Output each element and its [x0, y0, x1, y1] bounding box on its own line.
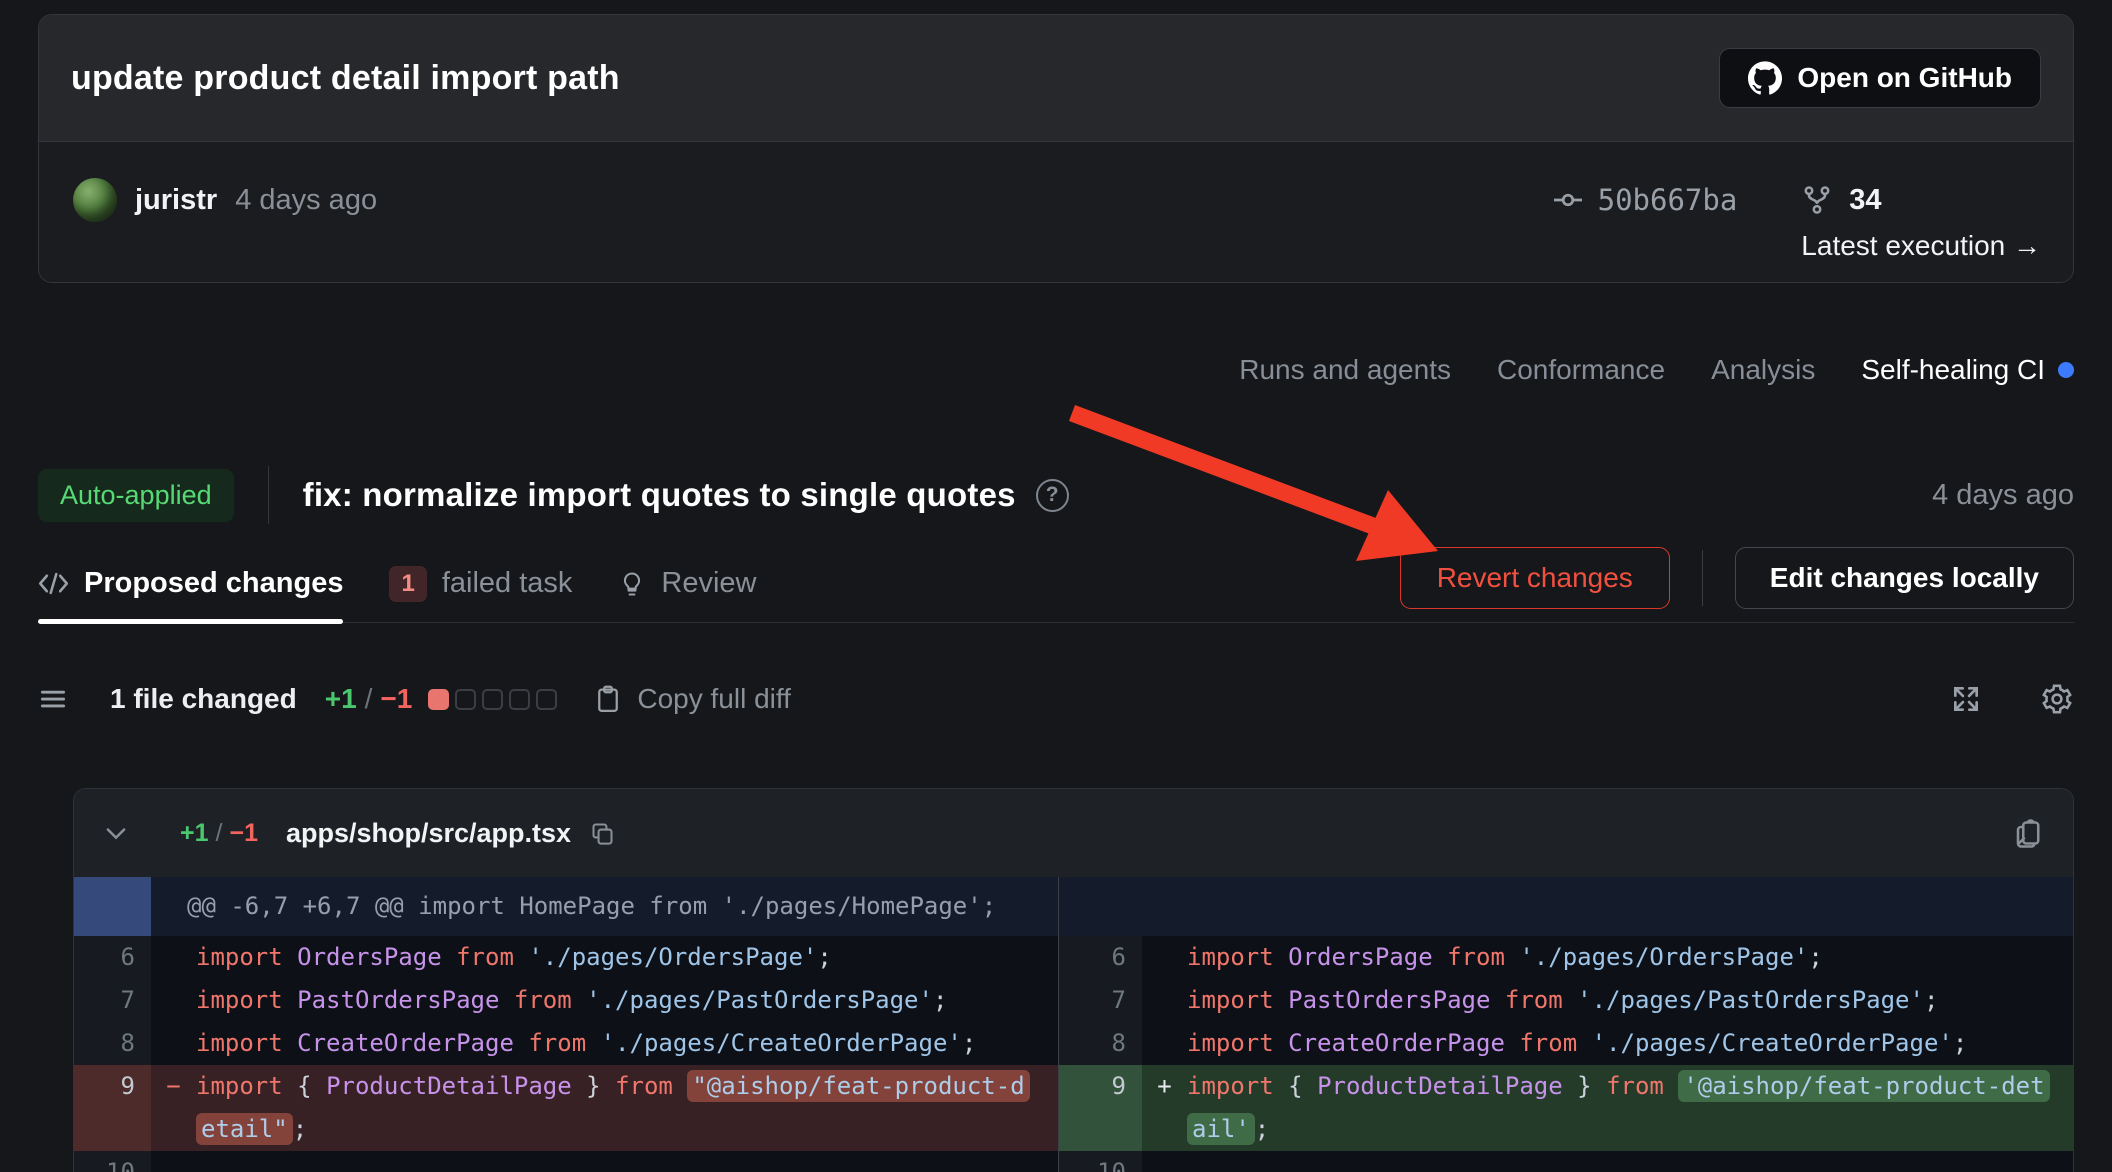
deletions-count: −1: [380, 683, 412, 715]
nav-item[interactable]: Conformance: [1497, 354, 1665, 386]
execution-group: 34 Latest execution →: [1801, 178, 2041, 262]
tab-label: failed task: [442, 567, 573, 600]
nav-row: Runs and agents Conformance Analysis Self-h…: [1239, 345, 2074, 395]
copy-file-diff-icon[interactable]: [2009, 815, 2045, 851]
tab-label: Proposed changes: [84, 567, 343, 600]
commit-time: 4 days ago: [235, 184, 377, 217]
avatar: [73, 178, 117, 222]
fix-time: 4 days ago: [1932, 479, 2074, 512]
diff-pane-left: @@ -6,7 +6,7 @@ import HomePage from './…: [74, 877, 1058, 1172]
nav-item[interactable]: Self-healing CI: [1861, 354, 2074, 386]
diff-pane-right: 6import OrdersPage from './pages/OrdersP…: [1058, 877, 2073, 1172]
diff-row: 6import OrdersPage from './pages/OrdersP…: [1059, 936, 2073, 979]
file-header: +1 / −1 apps/shop/src/app.tsx: [74, 789, 2073, 877]
diff-body: @@ -6,7 +6,7 @@ import HomePage from './…: [74, 877, 2073, 1172]
nav-item[interactable]: Runs and agents: [1239, 354, 1451, 386]
fix-row: Auto-applied fix: normalize import quote…: [38, 452, 2074, 538]
lightbulb-icon: [618, 570, 646, 598]
files-changed-label: 1 file changed: [110, 683, 297, 715]
diff-row: 8import CreateOrderPage from './pages/Cr…: [1059, 1022, 2073, 1065]
diff-row: 10: [1059, 1151, 2073, 1172]
revert-changes-button[interactable]: Revert changes: [1400, 547, 1670, 609]
execution-count-row: 34: [1801, 178, 2041, 222]
diff-row: 8import CreateOrderPage from './pages/Cr…: [74, 1022, 1058, 1065]
auto-applied-badge: Auto-applied: [38, 469, 234, 522]
open-on-github-label: Open on GitHub: [1797, 62, 2012, 94]
commit-card: update product detail import path Open o…: [38, 14, 2074, 283]
page-title: update product detail import path: [71, 59, 1719, 98]
commit-hash-group[interactable]: 50b667ba: [1552, 178, 1738, 222]
latest-execution-link[interactable]: Latest execution →: [1801, 230, 2041, 262]
open-on-github-button[interactable]: Open on GitHub: [1719, 48, 2041, 108]
gauge-block: [428, 689, 449, 710]
tab-label: Review: [661, 567, 756, 600]
diff-row: 6import OrdersPage from './pages/OrdersP…: [74, 936, 1058, 979]
commit-icon: [1552, 184, 1584, 216]
author-group: juristr 4 days ago: [73, 178, 377, 222]
copy-full-diff-button[interactable]: Copy full diff: [593, 683, 791, 715]
diff-rows: 6import OrdersPage from './pages/OrdersP…: [74, 936, 1058, 1172]
branch-icon: [1801, 184, 1833, 216]
clipboard-icon: [593, 684, 623, 714]
diff-gauge: [428, 689, 557, 710]
file-list-menu-icon[interactable]: [38, 684, 68, 714]
gauge-block: [482, 689, 503, 710]
diff-row: 7import PastOrdersPage from './pages/Pas…: [74, 979, 1058, 1022]
file-additions: +1: [180, 819, 209, 848]
diff-row: 9−import { ProductDetailPage } from "@ai…: [74, 1065, 1058, 1151]
file-stat-separator: /: [216, 819, 223, 848]
fix-title: fix: normalize import quotes to single q…: [303, 476, 1016, 514]
hunk-header-text: @@ -6,7 +6,7 @@ import HomePage from './…: [151, 877, 996, 936]
file-path: apps/shop/src/app.tsx: [286, 818, 571, 849]
gauge-block: [455, 689, 476, 710]
help-icon[interactable]: ?: [1036, 479, 1069, 512]
hunk-header: @@ -6,7 +6,7 @@ import HomePage from './…: [74, 877, 1058, 936]
chevron-down-icon[interactable]: [102, 819, 130, 847]
expand-icon[interactable]: [1950, 683, 1982, 715]
diff-toolbar-right: [1950, 682, 2074, 716]
diff-toolbar: 1 file changed +1 / −1 Copy full diff: [38, 666, 2074, 732]
nav-item[interactable]: Analysis: [1711, 354, 1815, 386]
stat-separator: /: [365, 683, 373, 715]
gear-icon[interactable]: [2040, 682, 2074, 716]
hunk-header-spacer: [1059, 877, 2073, 936]
page: update product detail import path Open o…: [0, 0, 2112, 1172]
tab-review[interactable]: Review: [618, 545, 756, 622]
notification-dot: [2058, 362, 2074, 378]
diff-row: 9+import { ProductDetailPage } from '@ai…: [1059, 1065, 2073, 1151]
copy-full-diff-label: Copy full diff: [637, 683, 791, 715]
additions-count: +1: [325, 683, 357, 715]
divider: [1702, 550, 1703, 606]
tab-proposed-changes[interactable]: Proposed changes: [38, 545, 343, 622]
execution-count: 34: [1849, 184, 1881, 217]
copy-path-icon[interactable]: [589, 820, 616, 847]
edit-changes-locally-button[interactable]: Edit changes locally: [1735, 547, 2074, 609]
author-name: juristr: [135, 184, 217, 217]
commit-card-body: juristr 4 days ago 50b667ba 34: [39, 141, 2073, 282]
diff-rows: 6import OrdersPage from './pages/OrdersP…: [1059, 936, 2073, 1172]
commit-meta: 50b667ba 34 Latest execution →: [1552, 178, 2041, 262]
hunk-gutter-block: [74, 877, 151, 936]
diff-row: 7import PastOrdersPage from './pages/Pas…: [1059, 979, 2073, 1022]
gauge-block: [509, 689, 530, 710]
commit-card-header: update product detail import path Open o…: [39, 15, 2073, 141]
file-deletions: −1: [229, 819, 258, 848]
gauge-block: [536, 689, 557, 710]
fix-actions: Revert changes Edit changes locally: [1400, 545, 2074, 622]
failed-task-count-badge: 1: [389, 566, 426, 602]
tabs: Proposed changes 1 failed task Review: [38, 545, 757, 622]
diff-row: 10: [74, 1151, 1058, 1172]
commit-hash: 50b667ba: [1598, 183, 1738, 217]
code-icon: [38, 570, 69, 597]
tab-failed-task[interactable]: 1 failed task: [389, 545, 572, 622]
github-icon: [1748, 61, 1782, 95]
tabs-band: Proposed changes 1 failed task Review Re…: [38, 545, 2074, 623]
diff-card: +1 / −1 apps/shop/src/app.tsx @@ -6,7 +6…: [73, 788, 2074, 1172]
divider: [268, 466, 269, 524]
